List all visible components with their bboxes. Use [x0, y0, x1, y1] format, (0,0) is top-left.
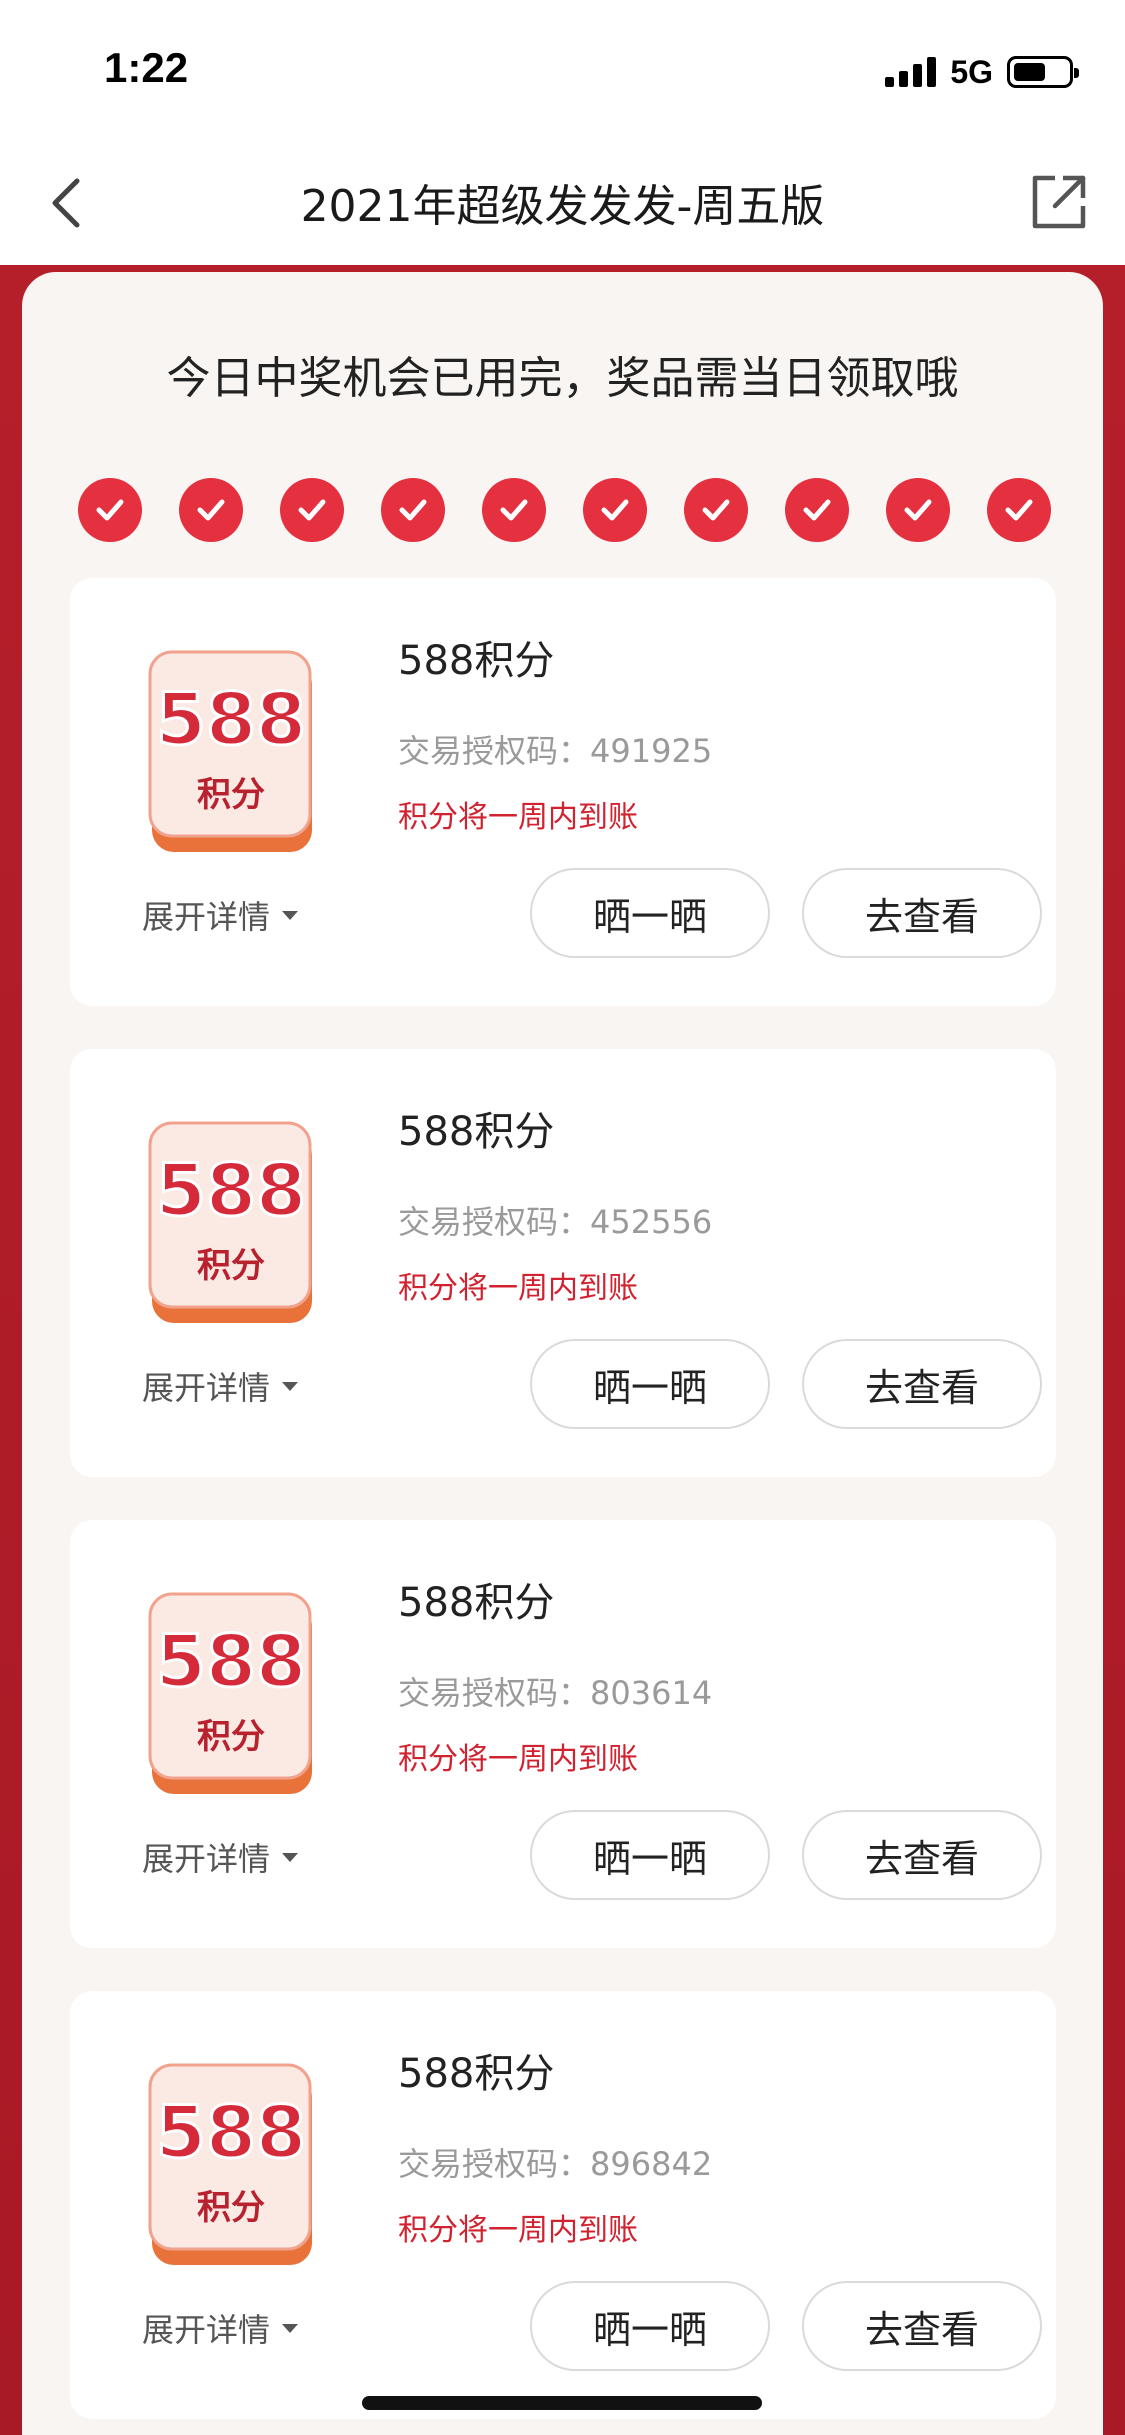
expand-details-toggle[interactable]: 展开详情: [142, 892, 299, 938]
prize-card: 588 积分 588积分 交易授权码：491925 积分将一周内到账 展开详情 …: [70, 578, 1056, 1006]
arrival-notice: 积分将一周内到账: [398, 2213, 638, 2248]
svg-text:积分: 积分: [197, 1246, 265, 1286]
svg-text:积分: 积分: [197, 1717, 265, 1757]
expand-details-toggle[interactable]: 展开详情: [142, 2305, 299, 2351]
caret-down-icon: [282, 2323, 299, 2333]
prize-name: 588积分: [398, 638, 555, 684]
show-off-button[interactable]: 晒一晒: [530, 868, 770, 958]
page-title: 2021年超级发发发-周五版: [300, 181, 825, 232]
prize-name: 588积分: [398, 1109, 555, 1155]
auth-code-label: 交易授权码：: [398, 1674, 591, 1712]
checkmark-icon: [482, 478, 546, 542]
caret-down-icon: [282, 1852, 299, 1862]
status-bar: 1:22 5G: [0, 0, 1125, 140]
signal-icon: [885, 57, 937, 87]
points-badge-icon: 588 积分: [148, 1592, 312, 1794]
prize-card: 588 积分 588积分 交易授权码：452556 积分将一周内到账 展开详情 …: [70, 1049, 1056, 1477]
auth-code-row: 交易授权码：491925: [398, 726, 712, 772]
view-button[interactable]: 去查看: [802, 1339, 1042, 1429]
checkmark-icon: [78, 478, 142, 542]
arrival-notice: 积分将一周内到账: [398, 1742, 638, 1777]
points-badge-icon: 588 积分: [148, 650, 312, 852]
svg-text:588: 588: [156, 1619, 306, 1703]
auth-code-label: 交易授权码：: [398, 732, 591, 770]
arrival-notice: 积分将一周内到账: [398, 800, 638, 835]
navigation-bar: 2021年超级发发发-周五版: [0, 140, 1125, 265]
home-indicator: [362, 2396, 762, 2410]
auth-code-label: 交易授权码：: [398, 1203, 591, 1241]
status-indicators: 5G: [885, 52, 1079, 92]
expand-details-label: 展开详情: [142, 1840, 271, 1878]
auth-code: 803614: [590, 1674, 713, 1712]
svg-text:积分: 积分: [197, 2188, 265, 2228]
auth-code: 896842: [590, 2145, 713, 2183]
checkmark-icon: [280, 478, 344, 542]
show-off-button[interactable]: 晒一晒: [530, 1339, 770, 1429]
network-type: 5G: [950, 53, 993, 90]
auth-code: 452556: [590, 1203, 713, 1241]
checkmark-icon: [785, 478, 849, 542]
svg-text:588: 588: [156, 2090, 306, 2174]
svg-text:积分: 积分: [197, 775, 265, 815]
share-button[interactable]: [1023, 166, 1095, 238]
auth-code-label: 交易授权码：: [398, 2145, 591, 2183]
svg-text:588: 588: [156, 677, 306, 761]
caret-down-icon: [282, 910, 299, 920]
expand-details-label: 展开详情: [142, 898, 271, 936]
prize-card: 588 积分 588积分 交易授权码：803614 积分将一周内到账 展开详情 …: [70, 1520, 1056, 1948]
checkmark-icon: [987, 478, 1051, 542]
share-external-icon: [1032, 175, 1086, 229]
auth-code-row: 交易授权码：896842: [398, 2139, 712, 2185]
points-badge-icon: 588 积分: [148, 2063, 312, 2265]
view-button[interactable]: 去查看: [802, 1810, 1042, 1900]
view-button[interactable]: 去查看: [802, 2281, 1042, 2371]
checkmark-icon: [684, 478, 748, 542]
checkmark-icon: [381, 478, 445, 542]
view-button[interactable]: 去查看: [802, 868, 1042, 958]
checkmark-icon: [179, 478, 243, 542]
arrival-notice: 积分将一周内到账: [398, 1271, 638, 1306]
prize-card: 588 积分 588积分 交易授权码：896842 积分将一周内到账 展开详情 …: [70, 1991, 1056, 2419]
prize-name: 588积分: [398, 1580, 555, 1626]
battery-level: [1014, 63, 1046, 81]
chance-indicators: [78, 478, 1051, 542]
show-off-button[interactable]: 晒一晒: [530, 2281, 770, 2371]
chances-message: 今日中奖机会已用完，奖品需当日领取哦: [166, 353, 959, 404]
expand-details-label: 展开详情: [142, 2311, 271, 2349]
expand-details-toggle[interactable]: 展开详情: [142, 1363, 299, 1409]
checkmark-icon: [583, 478, 647, 542]
points-badge-icon: 588 积分: [148, 1121, 312, 1323]
svg-text:588: 588: [156, 1148, 306, 1232]
checkmark-icon: [886, 478, 950, 542]
auth-code: 491925: [590, 732, 713, 770]
prize-name: 588积分: [398, 2051, 555, 2097]
show-off-button[interactable]: 晒一晒: [530, 1810, 770, 1900]
results-panel: 今日中奖机会已用完，奖品需当日领取哦 588 积分 588积分 交易授权码：49…: [22, 272, 1103, 2435]
battery-icon: [1007, 56, 1079, 88]
auth-code-row: 交易授权码：803614: [398, 1668, 712, 1714]
expand-details-toggle[interactable]: 展开详情: [142, 1834, 299, 1880]
auth-code-row: 交易授权码：452556: [398, 1197, 712, 1243]
expand-details-label: 展开详情: [142, 1369, 271, 1407]
status-time: 1:22: [104, 44, 189, 91]
caret-down-icon: [282, 1381, 299, 1391]
